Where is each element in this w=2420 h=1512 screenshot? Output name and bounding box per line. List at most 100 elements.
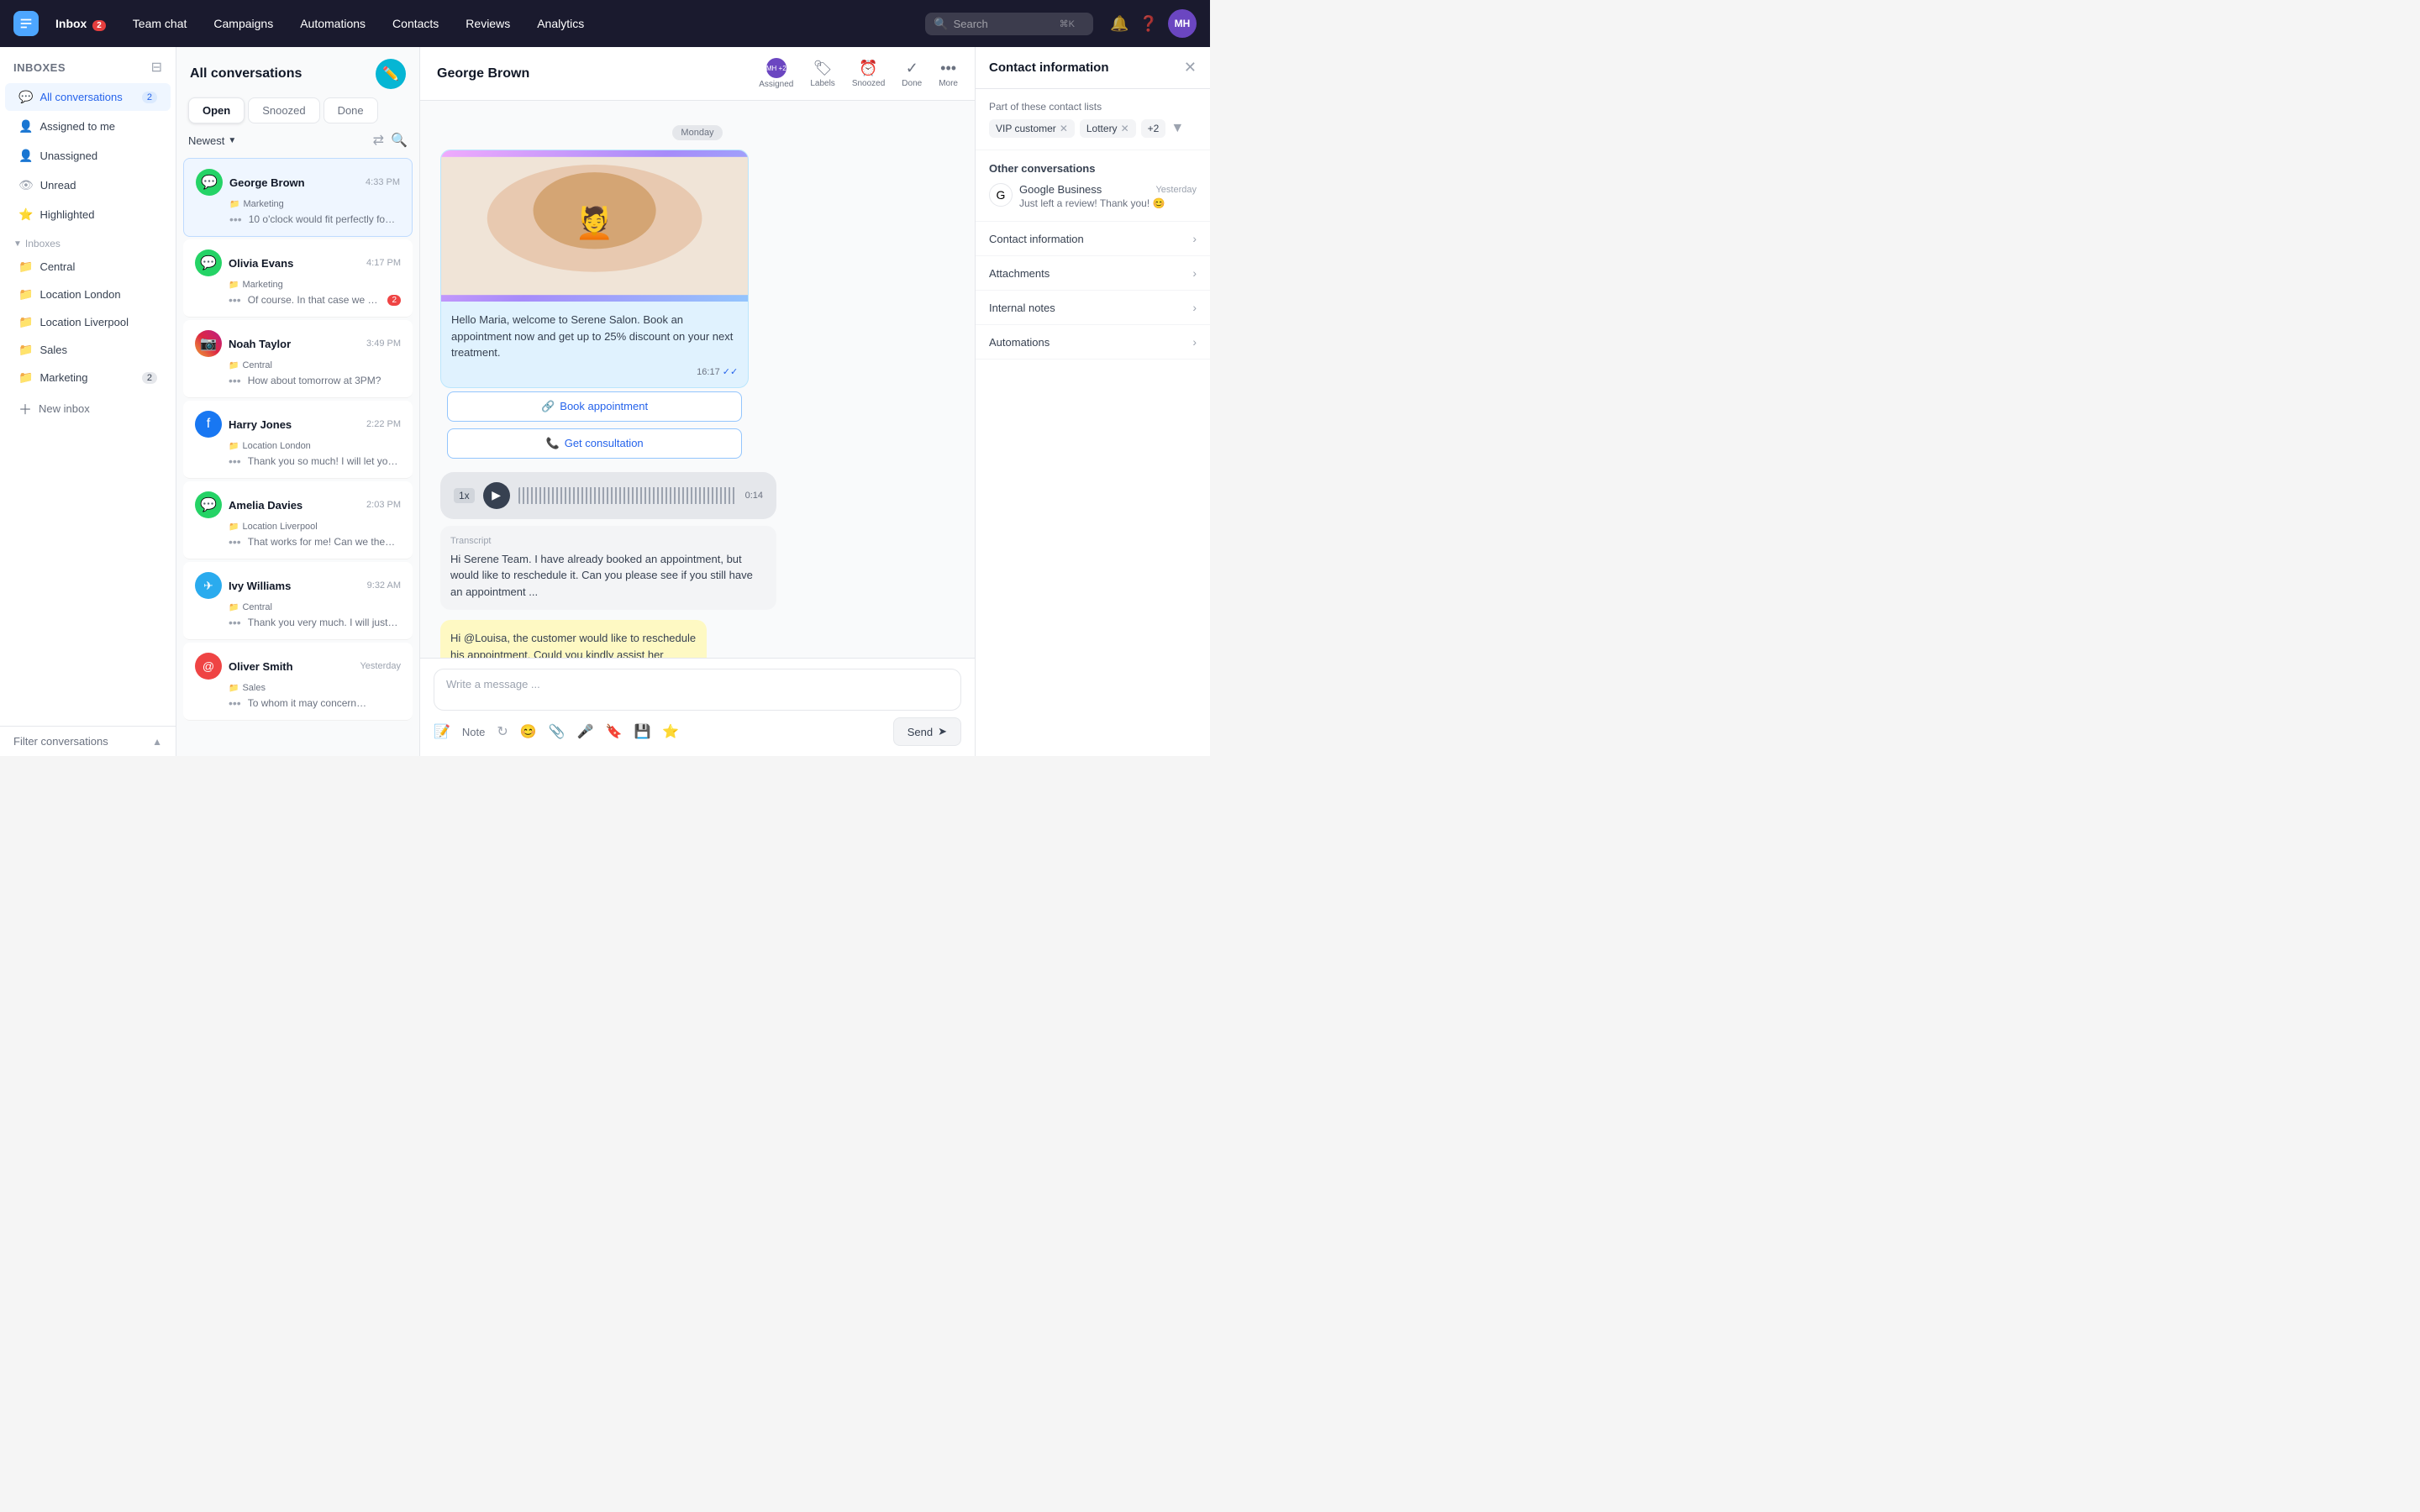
tab-snoozed[interactable]: Snoozed [248, 97, 319, 123]
search-shortcut: ⌘K [1060, 18, 1075, 29]
inbox-badge: 2 [92, 20, 106, 31]
sidebar-folder-central[interactable]: 📁 Central [5, 254, 171, 280]
main-content: Inboxes ⊟ 💬 All conversations 2 👤 Assign… [0, 47, 1210, 756]
audio-play-button[interactable]: ▶ [483, 482, 510, 509]
conv-name: Harry Jones [229, 418, 360, 431]
more-label: More [939, 79, 958, 88]
folder-icon: 📁 [18, 260, 33, 274]
sidebar-folder-marketing[interactable]: 📁 Marketing 2 [5, 365, 171, 391]
nav-team-chat[interactable]: Team chat [123, 12, 197, 35]
notifications-icon[interactable]: 🔔 [1110, 15, 1128, 33]
search-input[interactable] [954, 18, 1055, 30]
inbox-icon: 📁 [229, 281, 239, 290]
send-button[interactable]: Send ➤ [893, 717, 961, 746]
book-appointment-button[interactable]: 🔗 Book appointment [447, 391, 742, 422]
conv-inbox: Location London [242, 441, 310, 451]
other-conv-name: Google Business [1019, 183, 1102, 196]
refresh-icon[interactable]: ↻ [497, 723, 508, 740]
sort-button[interactable]: Newest ▼ [188, 134, 236, 147]
tab-open[interactable]: Open [188, 97, 245, 123]
contact-info-section[interactable]: Contact information › [976, 222, 1210, 256]
sidebar-folder-liverpool[interactable]: 📁 Location Liverpool [5, 309, 171, 335]
close-panel-button[interactable]: ✕ [1184, 59, 1197, 76]
compose-button[interactable]: ✏️ [376, 59, 406, 89]
internal-notes-section[interactable]: Internal notes › [976, 291, 1210, 325]
conv-item-ivy-williams[interactable]: ✈ Ivy Williams 9:32 AM 📁 Central ••• Tha… [183, 562, 413, 640]
filter-chevron-icon: ▲ [152, 736, 162, 748]
attachment-icon[interactable]: 📎 [549, 723, 566, 740]
attachments-section[interactable]: Attachments › [976, 256, 1210, 291]
conv-item-olivia-evans[interactable]: 💬 Olivia Evans 4:17 PM 📁 Marketing ••• O… [183, 239, 413, 318]
msg-outgoing: Hi @Louisa, the customer would like to r… [440, 620, 955, 658]
sidebar-item-unassigned[interactable]: 👤 Unassigned [5, 142, 171, 170]
conv-dots: ••• [229, 293, 241, 307]
sidebar-item-unread[interactable]: 👁 Unread [5, 171, 171, 199]
remove-tag-button[interactable]: ✕ [1060, 123, 1068, 134]
sidebar-item-highlighted[interactable]: ⭐ Highlighted [5, 201, 171, 228]
section-label: Contact information [989, 233, 1084, 245]
conv-item-george-brown[interactable]: 💬 George Brown 4:33 PM 📁 Marketing ••• 1… [183, 158, 413, 237]
tab-done[interactable]: Done [324, 97, 378, 123]
nav-reviews[interactable]: Reviews [455, 12, 520, 35]
reassign-icon[interactable]: ⇄ [373, 132, 384, 149]
more-action[interactable]: ••• More [939, 60, 958, 88]
remove-tag-button[interactable]: ✕ [1121, 123, 1129, 134]
nav-campaigns[interactable]: Campaigns [203, 12, 283, 35]
sidebar-folder-sales[interactable]: 📁 Sales [5, 337, 171, 363]
done-action[interactable]: ✓ Done [902, 60, 922, 88]
app-logo[interactable] [13, 11, 39, 36]
conv-item-oliver-smith[interactable]: @ Oliver Smith Yesterday 📁 Sales ••• To … [183, 643, 413, 721]
chat-actions: MH +2 Assigned 🏷 Labels ⏰ Snoozed ✓ Done [759, 58, 958, 89]
assigned-action[interactable]: MH +2 Assigned [759, 58, 793, 89]
star-icon[interactable]: ⭐ [662, 723, 679, 740]
sidebar-folder-london[interactable]: 📁 Location London [5, 281, 171, 307]
conv-inbox: Sales [242, 683, 266, 693]
tag-label: Lottery [1086, 123, 1118, 134]
labels-action[interactable]: 🏷 Labels [810, 60, 834, 88]
sidebar-item-label: All conversations [39, 91, 134, 103]
msg-card: 💆 Hello Maria, welcome to Serene Salon. … [440, 150, 749, 388]
folder-label: Location Liverpool [39, 316, 157, 328]
bookmark-icon[interactable]: 🔖 [606, 723, 623, 740]
search-box[interactable]: 🔍 ⌘K [925, 13, 1093, 35]
sidebar-item-assigned-to-me[interactable]: 👤 Assigned to me [5, 113, 171, 140]
nav-analytics[interactable]: Analytics [527, 12, 594, 35]
sidebar-item-label: Unread [40, 179, 157, 192]
help-icon[interactable]: ❓ [1139, 15, 1158, 33]
message-input[interactable]: Write a message ... [434, 669, 961, 711]
conv-time: 3:49 PM [366, 339, 401, 349]
nav-automations[interactable]: Automations [290, 12, 376, 35]
all-conversations-badge: 2 [142, 92, 157, 103]
sidebar-toggle-icon[interactable]: ⊟ [151, 59, 162, 76]
expand-tags-icon[interactable]: ▼ [1171, 121, 1184, 136]
more-icon: ••• [940, 60, 956, 77]
audio-icon[interactable]: 🎤 [577, 723, 594, 740]
more-tags[interactable]: +2 [1141, 119, 1166, 138]
inbox-icon: 📁 [229, 361, 239, 370]
other-conv-item[interactable]: G Google Business Yesterday Just left a … [989, 183, 1197, 209]
note-label[interactable]: Note [462, 726, 485, 738]
emoji-icon[interactable]: 😊 [520, 723, 537, 740]
conv-item-harry-jones[interactable]: f Harry Jones 2:22 PM 📁 Location London … [183, 401, 413, 479]
nav-contacts[interactable]: Contacts [382, 12, 449, 35]
contact-lists-label: Part of these contact lists [989, 101, 1197, 113]
automations-section[interactable]: Automations › [976, 325, 1210, 360]
snoozed-action[interactable]: ⏰ Snoozed [852, 60, 885, 88]
conversation-items: 💬 George Brown 4:33 PM 📁 Marketing ••• 1… [176, 155, 419, 756]
audio-speed: 1x [454, 488, 475, 503]
filter-conversations[interactable]: Filter conversations ▲ [0, 726, 176, 756]
conv-item-amelia-davies[interactable]: 💬 Amelia Davies 2:03 PM 📁 Location Liver… [183, 481, 413, 559]
conv-name: Noah Taylor [229, 338, 360, 350]
sidebar-item-all-conversations[interactable]: 💬 All conversations 2 [5, 83, 171, 111]
inbox-icon: 📁 [229, 684, 239, 693]
search-conversations-icon[interactable]: 🔍 [391, 132, 408, 149]
conv-item-noah-taylor[interactable]: 📷 Noah Taylor 3:49 PM 📁 Central ••• How … [183, 320, 413, 398]
note-icon[interactable]: 📝 [434, 723, 450, 740]
conv-time: 2:03 PM [366, 500, 401, 510]
new-inbox-button[interactable]: ＋ New inbox [5, 392, 171, 424]
user-avatar[interactable]: MH [1168, 9, 1197, 38]
nav-inbox[interactable]: Inbox 2 [45, 12, 116, 35]
conv-preview: Thank you very much. I will just… [248, 617, 401, 628]
get-consultation-button[interactable]: 📞 Get consultation [447, 428, 742, 459]
save-icon[interactable]: 💾 [634, 723, 650, 740]
